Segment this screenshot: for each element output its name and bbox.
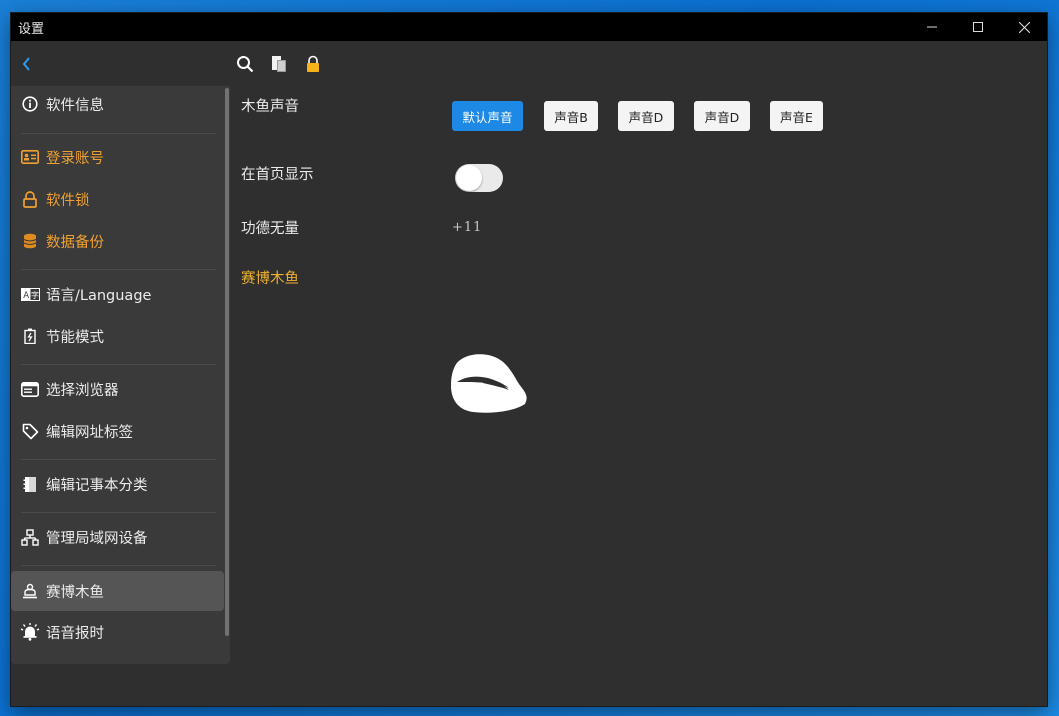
svg-text:A: A <box>23 291 29 301</box>
settings-window: 设置 软件信息 登录账号 软件锁 数据备份 A 字 语言/Language 节能… <box>11 13 1047 706</box>
sidebar-item-label: 管理局域网设备 <box>46 530 148 547</box>
sidebar-divider <box>21 459 216 460</box>
sidebar-item-label: 编辑网址标签 <box>46 424 133 441</box>
sidebar-item-label: 软件锁 <box>46 192 90 209</box>
toolbar-icons <box>233 52 325 76</box>
sound-button-d-2[interactable]: 声音D <box>694 101 750 131</box>
sidebar-divider <box>21 269 216 270</box>
toolbar <box>11 41 1047 86</box>
title-bar: 设置 <box>11 13 1047 41</box>
window-title: 设置 <box>18 21 45 37</box>
sidebar-divider <box>21 133 216 134</box>
sidebar-divider <box>21 565 216 566</box>
sidebar-item-edit-url-tags[interactable]: 编辑网址标签 <box>11 411 224 451</box>
back-icon <box>22 57 30 71</box>
tag-icon <box>20 421 40 441</box>
close-icon <box>1018 21 1030 33</box>
browser-icon <box>20 379 40 399</box>
sound-button-e[interactable]: 声音E <box>770 101 823 131</box>
lock-icon <box>20 189 40 209</box>
back-button[interactable] <box>16 53 38 75</box>
sidebar-item-power-saving[interactable]: 节能模式 <box>11 316 224 356</box>
sidebar-item-label: 登录账号 <box>46 150 104 167</box>
search-button[interactable] <box>233 52 257 76</box>
sidebar-item-data-backup[interactable]: 数据备份 <box>11 221 224 261</box>
minimize-button[interactable] <box>909 13 955 41</box>
maximize-button[interactable] <box>955 13 1001 41</box>
section-title: 赛博木鱼 <box>241 271 299 287</box>
woodfish-button[interactable] <box>449 352 529 414</box>
sidebar-item-label: 编辑记事本分类 <box>46 477 148 494</box>
sidebar-item-label: 节能模式 <box>46 329 104 346</box>
svg-text:字: 字 <box>31 290 39 300</box>
sidebar-item-voice-time[interactable]: 语音报时 <box>11 612 224 652</box>
network-icon <box>20 527 40 547</box>
search-icon <box>237 56 254 73</box>
sidebar: 软件信息 登录账号 软件锁 数据备份 A字 语言/Language 节能模式 选… <box>11 86 230 664</box>
sidebar-item-software-info[interactable]: 软件信息 <box>11 86 224 124</box>
sidebar-item-manage-lan-devices[interactable]: 管理局域网设备 <box>11 517 224 557</box>
close-button[interactable] <box>1001 13 1047 41</box>
alarm-bell-icon <box>20 622 40 642</box>
sidebar-item-label: 语音报时 <box>46 625 104 642</box>
sidebar-item-cyber-woodfish[interactable]: 赛博木鱼 <box>11 571 224 611</box>
sidebar-item-label: 数据备份 <box>46 234 104 251</box>
sound-button-b[interactable]: 声音B <box>544 101 598 131</box>
merit-counter: +11 <box>452 220 483 235</box>
id-card-icon <box>20 147 40 167</box>
sidebar-scrollbar[interactable] <box>225 88 229 636</box>
battery-icon <box>20 326 40 346</box>
database-icon <box>20 231 40 251</box>
woodfish-icon <box>451 354 527 413</box>
sidebar-item-edit-notebook-categories[interactable]: 编辑记事本分类 <box>11 464 224 504</box>
maximize-icon <box>973 22 983 32</box>
lock-button[interactable] <box>301 52 325 76</box>
sound-button-default[interactable]: 默认声音 <box>452 101 523 131</box>
sidebar-item-label: 赛博木鱼 <box>46 584 104 601</box>
language-icon: A字 <box>20 284 40 304</box>
show-on-home-label: 在首页显示 <box>241 167 314 183</box>
minimize-icon <box>927 26 937 28</box>
window-controls <box>909 13 1047 41</box>
sidebar-item-label: 软件信息 <box>46 97 104 114</box>
sidebar-item-label: 语言/Language <box>46 287 152 304</box>
sidebar-item-language[interactable]: A字 语言/Language <box>11 274 224 314</box>
woodfish-icon <box>20 581 40 601</box>
woodfish-sound-label: 木鱼声音 <box>241 99 299 115</box>
lock-icon <box>307 55 319 72</box>
sidebar-item-select-browser[interactable]: 选择浏览器 <box>11 369 224 409</box>
sidebar-divider <box>21 512 216 513</box>
info-icon <box>20 94 40 114</box>
sidebar-divider <box>21 364 216 365</box>
toggle-knob <box>456 165 482 191</box>
sound-button-d[interactable]: 声音D <box>618 101 674 131</box>
notebook-icon <box>20 474 40 494</box>
clipboard-button[interactable] <box>267 52 291 76</box>
sidebar-item-label: 选择浏览器 <box>46 382 119 399</box>
sidebar-item-software-lock[interactable]: 软件锁 <box>11 179 224 219</box>
sidebar-item-login-account[interactable]: 登录账号 <box>11 137 224 177</box>
merit-label: 功德无量 <box>241 221 299 237</box>
clipboard-icon <box>272 56 286 72</box>
show-on-home-toggle[interactable] <box>455 164 503 192</box>
